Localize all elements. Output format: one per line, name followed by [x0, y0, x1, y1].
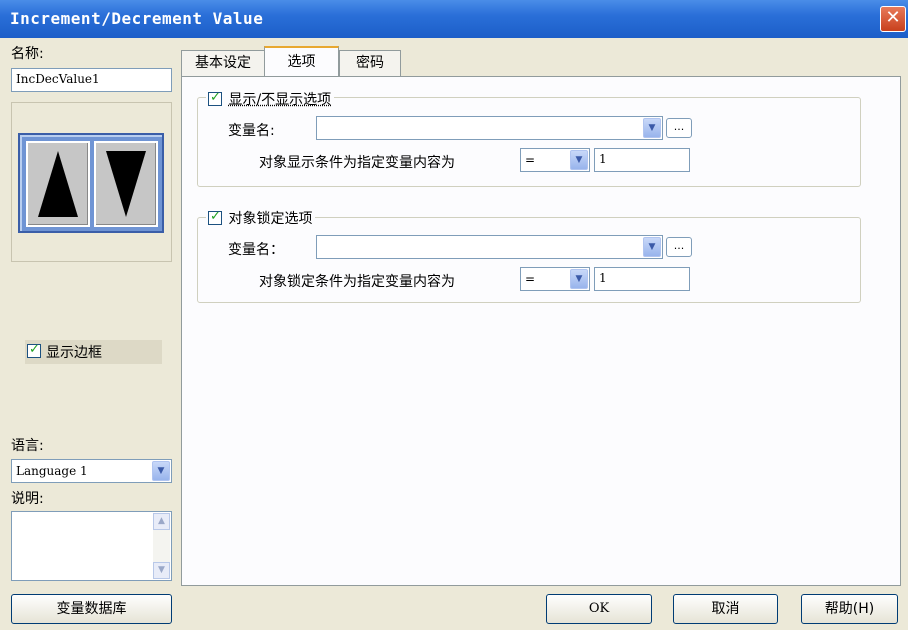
- name-field[interactable]: IncDecValue1: [11, 68, 172, 92]
- chevron-down-icon[interactable]: ▼: [570, 150, 588, 170]
- tab-options[interactable]: 选项: [264, 46, 339, 77]
- description-label: 说明:: [11, 491, 44, 507]
- show-condition-value-field[interactable]: 1: [594, 148, 690, 172]
- show-hide-group-header[interactable]: ✓ 显示/不显示选项: [206, 89, 335, 109]
- object-preview: [11, 102, 172, 262]
- close-icon: ✕: [885, 7, 901, 28]
- lock-condition-value-field[interactable]: 1: [594, 267, 690, 291]
- lock-var-select[interactable]: ▼: [316, 235, 663, 259]
- window-title: Increment/Decrement Value: [10, 9, 264, 28]
- decrement-preview: [94, 141, 158, 227]
- scroll-down-icon[interactable]: ▼: [153, 562, 170, 579]
- show-var-label: 变量名:: [228, 123, 275, 139]
- lock-checkbox[interactable]: ✓: [208, 209, 222, 225]
- lock-operator-value: =: [525, 272, 536, 286]
- show-var-browse-button[interactable]: ...: [666, 118, 692, 138]
- language-value: Language 1: [16, 464, 88, 478]
- check-icon: ✓: [210, 90, 221, 105]
- show-hide-checkbox[interactable]: ✓: [208, 90, 222, 106]
- lock-group-header[interactable]: ✓ 对象锁定选项: [206, 208, 316, 228]
- show-var-select[interactable]: ▼: [316, 116, 663, 140]
- variable-database-button[interactable]: 变量数据库: [11, 594, 172, 624]
- name-label: 名称:: [11, 46, 44, 62]
- description-field[interactable]: ▲ ▼: [11, 511, 172, 581]
- chevron-down-icon[interactable]: ▼: [152, 461, 170, 481]
- language-label: 语言:: [11, 438, 44, 454]
- show-border-checkbox[interactable]: ✓: [27, 342, 41, 358]
- lock-operator-select[interactable]: = ▼: [520, 267, 590, 291]
- ok-button[interactable]: OK: [546, 594, 652, 624]
- show-border-option[interactable]: ✓ 显示边框: [25, 340, 162, 364]
- show-condition-label: 对象显示条件为指定变量内容为: [259, 155, 455, 171]
- check-icon: ✓: [29, 342, 40, 357]
- show-hide-group-title: 显示/不显示选项: [228, 92, 332, 108]
- scroll-up-icon[interactable]: ▲: [153, 513, 170, 530]
- preview-frame: [18, 133, 164, 233]
- down-arrow-icon: [106, 151, 146, 217]
- show-border-label: 显示边框: [46, 345, 102, 361]
- lock-group-title: 对象锁定选项: [228, 211, 313, 227]
- tab-basic-settings[interactable]: 基本设定: [181, 50, 265, 76]
- language-select[interactable]: Language 1 ▼: [11, 459, 172, 483]
- chevron-down-icon[interactable]: ▼: [643, 237, 661, 257]
- lock-var-label: 变量名：: [228, 242, 284, 258]
- chevron-down-icon[interactable]: ▼: [570, 269, 588, 289]
- help-button[interactable]: 帮助(H): [801, 594, 898, 624]
- title-bar[interactable]: Increment/Decrement Value ✕: [0, 0, 908, 38]
- chevron-down-icon[interactable]: ▼: [643, 118, 661, 138]
- tab-password[interactable]: 密码: [339, 50, 401, 76]
- show-operator-value: =: [525, 153, 536, 167]
- up-arrow-icon: [38, 151, 78, 217]
- close-button[interactable]: ✕: [880, 6, 906, 32]
- check-icon: ✓: [210, 209, 221, 224]
- options-panel: ✓ 显示/不显示选项 变量名: ▼ ... 对象显示条件为指定变量内容为 = ▼…: [181, 76, 901, 586]
- lock-condition-label: 对象锁定条件为指定变量内容为: [259, 274, 455, 290]
- dialog-window: Increment/Decrement Value ✕ 名称: IncDecVa…: [0, 0, 908, 630]
- show-operator-select[interactable]: = ▼: [520, 148, 590, 172]
- lock-var-browse-button[interactable]: ...: [666, 237, 692, 257]
- cancel-button[interactable]: 取消: [673, 594, 778, 624]
- show-hide-group: [197, 97, 861, 187]
- increment-preview: [26, 141, 90, 227]
- description-scrollbar[interactable]: ▲ ▼: [153, 513, 170, 579]
